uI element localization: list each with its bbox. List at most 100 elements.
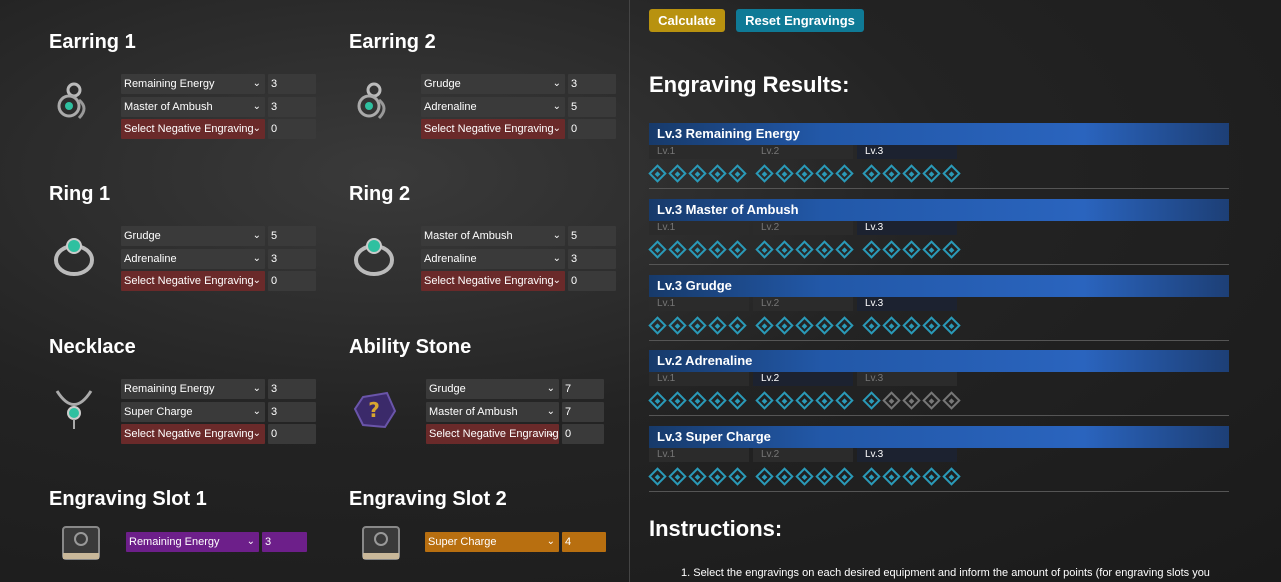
node-gem-icon [728,240,747,259]
engraving-select[interactable]: Remaining Energy ⌄ [121,74,265,94]
earring-icon [49,78,99,128]
node-gem-icon [942,316,961,335]
points-input[interactable]: 3 [268,379,316,399]
engraving-select[interactable]: Master of Ambush ⌄ [426,401,559,422]
engraving-select[interactable]: Super Charge ⌄ [121,401,265,422]
points-input[interactable]: 3 [268,96,316,117]
engraving-result: Lv.3 Super Charge Lv.1 Lv.2 Lv.3 [648,426,1229,492]
node-gem-icon [835,391,854,410]
node-gem-icon [708,240,727,259]
points-input[interactable]: 3 [268,401,316,422]
node-gem-icon [728,391,747,410]
negative-engraving-select[interactable]: Select Negative Engraving ⌄ [426,424,559,444]
points-input[interactable]: 3 [268,74,316,94]
node-gem-icon [775,467,794,486]
chevron-down-icon: ⌄ [546,536,555,547]
node-gem-icon [882,391,901,410]
engraving-nodes [648,240,972,259]
points-input[interactable]: 0 [568,271,616,291]
chevron-down-icon: ⌄ [552,100,561,112]
chevron-down-icon: ⌄ [252,123,261,134]
points-input[interactable]: 0 [568,119,616,139]
node-gem-icon [755,316,774,335]
calculate-button[interactable]: Calculate [649,9,725,32]
points-input[interactable]: 3 [568,248,616,269]
engraving-result: Lv.3 Grudge Lv.1 Lv.2 Lv.3 [648,275,1229,341]
points-input[interactable]: 5 [568,226,616,246]
engraving-nodes [648,467,972,486]
points-input[interactable]: 0 [562,424,604,444]
reset-engravings-button[interactable]: Reset Engravings [736,9,864,32]
level-indicator: Lv.1 Lv.2 Lv.3 [649,297,961,311]
chevron-down-icon: ⌄ [546,405,555,417]
engraving-select[interactable]: Grudge ⌄ [121,226,265,246]
engraving-select[interactable]: Master of Ambush ⌄ [421,226,565,246]
node-gem-icon [708,467,727,486]
node-gem-icon [648,391,667,410]
node-gem-icon [775,164,794,183]
slot-engraving-1: Engraving Slot 1 Remaining Energy ⌄ 3 [49,487,339,560]
node-gem-icon [922,164,941,183]
engraving-nodes [648,164,972,183]
engraving-nodes [648,316,972,335]
points-input[interactable]: 0 [268,424,316,444]
node-gem-icon [942,391,961,410]
engraving-select[interactable]: Remaining Energy ⌄ [126,532,259,552]
node-gem-icon [708,391,727,410]
points-input[interactable]: 0 [268,271,316,291]
necklace-icon [49,383,99,433]
negative-engraving-select[interactable]: Select Negative Engraving ⌄ [421,119,565,139]
points-input[interactable]: 7 [562,379,604,399]
engraving-select[interactable]: Grudge ⌄ [421,74,565,94]
node-gem-icon [942,164,961,183]
node-gem-icon [942,240,961,259]
engraving-book-icon [59,523,109,573]
chevron-down-icon: ⌄ [546,383,555,394]
slot-title: Engraving Slot 1 [49,488,207,510]
level-indicator: Lv.1 Lv.2 Lv.3 [649,221,961,235]
level-indicator: Lv.1 Lv.2 Lv.3 [649,448,961,462]
points-input[interactable]: 7 [562,401,604,422]
level-label: Lv.2 [753,372,853,386]
level-label: Lv.3 [857,145,957,159]
points-input[interactable]: 5 [268,226,316,246]
node-gem-icon [775,316,794,335]
points-input[interactable]: 3 [568,74,616,94]
node-gem-icon [688,240,707,259]
negative-engraving-select[interactable]: Select Negative Engraving ⌄ [121,271,265,291]
engraving-select[interactable]: Master of Ambush ⌄ [121,96,265,117]
slot-title: Engraving Slot 2 [349,488,507,510]
node-gem-icon [882,164,901,183]
points-input[interactable]: 5 [568,96,616,117]
engraving-select[interactable]: Remaining Energy ⌄ [121,379,265,399]
node-gem-icon [902,316,921,335]
points-input[interactable]: 3 [262,532,307,552]
node-gem-icon [902,467,921,486]
points-input[interactable]: 3 [268,248,316,269]
engraving-result: Lv.3 Remaining Energy Lv.1 Lv.2 Lv.3 [648,123,1229,189]
engraving-select[interactable]: Adrenaline ⌄ [121,248,265,269]
node-gem-icon [835,316,854,335]
results-panel: Calculate Reset Engravings Engraving Res… [630,0,1281,582]
slot-title: Necklace [49,336,136,358]
ring-icon [349,230,399,280]
points-input[interactable]: 0 [268,119,316,139]
level-indicator: Lv.1 Lv.2 Lv.3 [649,145,961,159]
node-gem-icon [688,316,707,335]
chevron-down-icon: ⌄ [252,428,261,439]
negative-engraving-select[interactable]: Select Negative Engraving ⌄ [121,424,265,444]
chevron-down-icon: ⌄ [552,252,561,264]
node-gem-icon [728,164,747,183]
engraving-select[interactable]: Super Charge ⌄ [425,532,559,552]
node-gem-icon [922,240,941,259]
level-label: Lv.1 [649,221,749,235]
engraving-result: Lv.2 Adrenaline Lv.1 Lv.2 Lv.3 [648,350,1229,416]
node-gem-icon [862,240,881,259]
negative-engraving-select[interactable]: Select Negative Engraving ⌄ [421,271,565,291]
node-gem-icon [755,164,774,183]
negative-engraving-select[interactable]: Select Negative Engraving ⌄ [121,119,265,139]
engraving-select[interactable]: Grudge ⌄ [426,379,559,399]
points-input[interactable]: 4 [562,532,606,552]
engraving-select[interactable]: Adrenaline ⌄ [421,248,565,269]
engraving-select[interactable]: Adrenaline ⌄ [421,96,565,117]
